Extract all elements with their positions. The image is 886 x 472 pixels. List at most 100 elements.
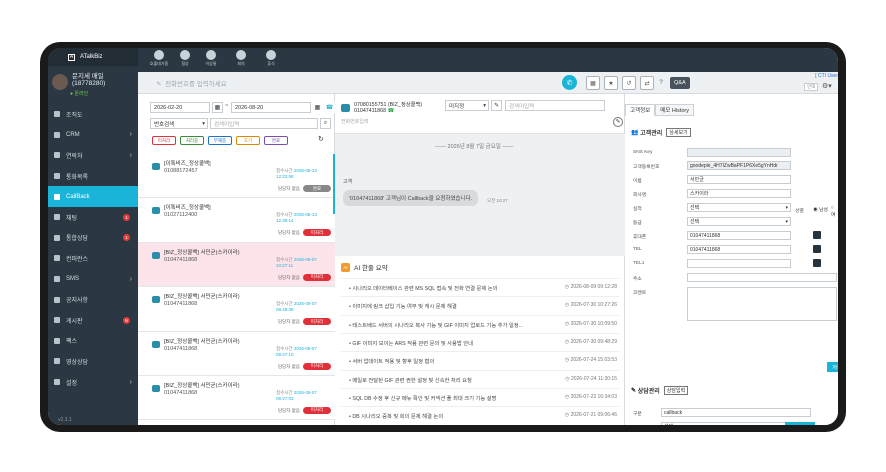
customer-field-input[interactable]: 01047411868 bbox=[687, 231, 791, 240]
summary-row[interactable]: • DB 시나리오 중복 및 회의 문제 해결 논의 ◷ 2026-07-21 0… bbox=[341, 406, 619, 422]
date-to-input[interactable]: 2026-08-20 bbox=[231, 102, 311, 113]
sidebar-item-10[interactable]: 게시판 N bbox=[48, 310, 138, 331]
consult-input-button[interactable]: 상담입력 bbox=[663, 386, 689, 395]
summary-date: ◷ 2026-07-22 16:34:03 bbox=[564, 393, 617, 400]
calendar-icon[interactable]: ▦ bbox=[312, 102, 323, 113]
customer-field-input[interactable]: 선택 ▾ bbox=[687, 217, 791, 226]
notification-badge: N bbox=[123, 316, 130, 324]
list-item[interactable]: [BIZ_정상콜백] 서민균(스카이라) 01047411868 접수시간 2026… bbox=[138, 242, 335, 288]
cti-user-link[interactable]: [ CTI User bbox=[815, 73, 838, 79]
item-title: [BIZ_정상콜백] 서민균(스카이라) bbox=[164, 382, 240, 389]
summary-text: • 서버 업데이트 적용 및 향후 일정 협의 bbox=[349, 359, 435, 366]
gender-radio-male[interactable]: ◉ 남성 bbox=[813, 206, 828, 213]
view-button[interactable]: 인덱 bbox=[804, 83, 819, 91]
people-icon: 👥 bbox=[631, 130, 639, 136]
customer-field-input[interactable]: 선택 ▾ bbox=[687, 203, 791, 212]
toolbar-item-wait[interactable]: 호출대기중 bbox=[148, 50, 170, 67]
refresh-icon[interactable]: ↻ bbox=[318, 135, 324, 143]
customer-field-input[interactable] bbox=[687, 148, 791, 157]
customer-field-input[interactable]: 01047411868 bbox=[687, 245, 791, 254]
list-item[interactable]: [BIZ_정상콜백] 서민균(스카이라) 01047411868 접수시간 2026… bbox=[138, 287, 335, 332]
sidebar-item-7[interactable]: 컨퍼런스 bbox=[48, 248, 138, 269]
agent-select[interactable]: 미지정 ▾ bbox=[445, 100, 489, 111]
list-item[interactable]: [BIZ_정상콜백] 서민균(스카이라) 01047411868 접수시간 2026… bbox=[138, 331, 335, 376]
help-icon[interactable]: ? bbox=[656, 76, 666, 90]
favorite-button[interactable]: ★ bbox=[604, 76, 618, 90]
redial-button[interactable]: ↺ bbox=[622, 76, 636, 90]
customer-field-input[interactable]: goodeple_4H7IZwBaPF1P6Xe5gYnHdr bbox=[687, 161, 791, 170]
phone-call-icon[interactable] bbox=[813, 245, 821, 253]
list-item[interactable]: [이톡비즈_정상콜백] 01088172457 접수시간 2026-08-13 12… bbox=[138, 154, 335, 199]
summary-text: • 이미지에 링크 삽입 기능 여부 및 캐시 문제 해결 bbox=[349, 304, 457, 311]
sidebar-item-11[interactable]: 팩스 bbox=[48, 331, 138, 352]
item-phone: 01047411868 bbox=[164, 389, 198, 396]
sidebar-item-8[interactable]: SMS › bbox=[48, 269, 138, 290]
gear-icon[interactable]: ⚙▾ bbox=[822, 82, 832, 90]
summary-row[interactable]: • 서버 업데이트 적용 및 향후 일정 협의 ◷ 2026-07-24 15:0… bbox=[341, 351, 619, 367]
user-profile[interactable]: 문지세 매일 (18778280) ● 온라인 bbox=[48, 72, 138, 102]
phone-book-icon[interactable]: ☎ bbox=[324, 102, 335, 113]
sidebar-item-label: 조직도 bbox=[66, 112, 83, 119]
customer-field-label: 이름 bbox=[633, 179, 642, 184]
filter-button-2[interactable]: 부재중 bbox=[208, 136, 232, 145]
sidebar-item-2[interactable]: 연락처 › bbox=[48, 145, 138, 166]
call-number-input[interactable]: ✎ 전화번호를 입력하세요 bbox=[156, 78, 227, 88]
memo-input[interactable]: 전화번호입력 bbox=[341, 118, 369, 125]
toolbar-item-meeting[interactable]: 회의 bbox=[230, 50, 252, 67]
search-type-select[interactable]: 번호검색 ▾ bbox=[150, 118, 208, 129]
sidebar-item-13[interactable]: 설정 › bbox=[48, 372, 138, 393]
toolbar-item-rest[interactable]: 휴식 bbox=[260, 50, 282, 67]
pen-icon[interactable]: ✎ bbox=[613, 117, 623, 127]
sidebar-item-4[interactable]: CallBack bbox=[48, 186, 138, 207]
phone-call-icon[interactable] bbox=[813, 231, 821, 239]
customer-field-input[interactable]: 스카이라 bbox=[687, 189, 791, 198]
filter-button-0[interactable]: 미처리 bbox=[152, 136, 176, 145]
tab-memo-history[interactable]: 메모 History bbox=[655, 104, 695, 116]
summary-row[interactable]: • 메일로 전달된 GIF 관련 권한 설정 및 신속한 처리 요청 ◷ 2026… bbox=[341, 369, 619, 386]
filter-button-1[interactable]: 처리중 bbox=[180, 136, 204, 145]
toolbar-item-negotiate[interactable]: 협상 bbox=[174, 50, 196, 67]
transfer-button[interactable]: ⇄ bbox=[640, 76, 654, 90]
list-item[interactable]: [이톡비즈_정상콜백] 01027112400 접수시간 2026-08-13 12… bbox=[138, 198, 335, 243]
phone-call-icon[interactable] bbox=[813, 259, 821, 267]
consult-field-input[interactable]: callback bbox=[661, 408, 811, 417]
sidebar-item-5[interactable]: 채팅 1 bbox=[48, 207, 138, 228]
customer-field-input[interactable] bbox=[687, 259, 791, 268]
summary-row[interactable]: • 이미지에 링크 삽입 기능 여부 및 캐시 문제 해결 ◷ 2026-07-3… bbox=[341, 296, 619, 312]
edit-icon[interactable]: ✎ bbox=[491, 100, 502, 111]
customer-field-input[interactable] bbox=[687, 287, 837, 321]
date-from-input[interactable]: 2026-02-20 bbox=[150, 102, 210, 113]
calendar-icon[interactable]: ▦ bbox=[212, 102, 223, 113]
summary-row[interactable]: • 테스트베드 서버의 시나리오 복사 기능 및 GIF 이미지 업로드 기능 … bbox=[341, 314, 619, 331]
tab-customer-info[interactable]: 고객정보 bbox=[625, 104, 656, 116]
sidebar-item-0[interactable]: 조직도 bbox=[48, 104, 138, 125]
toolbar-item-unusual[interactable]: 이상통 bbox=[200, 50, 222, 67]
detail-button[interactable]: 상세보기 bbox=[666, 128, 691, 137]
chat-panel: 07080155751 (BIZ_정상콜백) 01047411868 ☎ 미지정… bbox=[335, 94, 625, 425]
summary-row[interactable]: • SQL DB 수정 후 신규 메뉴 확인 및 커넥션 풀 최대 크기 기능 … bbox=[341, 387, 619, 404]
sidebar-item-6[interactable]: 통합상담 1 bbox=[48, 228, 138, 249]
customer-field-input[interactable] bbox=[687, 273, 837, 282]
sidebar-item-9[interactable]: 공지사항 bbox=[48, 289, 138, 310]
filter-button-3[interactable]: 호기 bbox=[236, 136, 260, 145]
summary-text: • SQL DB 수정 후 신규 메뉴 확인 및 커넥션 풀 최대 크기 기능 … bbox=[349, 395, 497, 402]
sidebar-item-1[interactable]: CRM › bbox=[48, 125, 138, 146]
app-logo[interactable]: A ATalkBiz bbox=[48, 48, 138, 66]
chat-search-input[interactable]: 검색어입력 bbox=[505, 100, 605, 111]
list-search-input[interactable]: 검색어입력 bbox=[210, 118, 318, 129]
gender-radio-female[interactable]: ○ 여 bbox=[831, 206, 838, 218]
dialpad-button[interactable]: ▦ bbox=[586, 76, 600, 90]
call-button[interactable]: ✆ bbox=[562, 75, 577, 90]
sidebar-item-12[interactable]: 영상상담 bbox=[48, 351, 138, 372]
sidebar-item-3[interactable]: 통화목록 bbox=[48, 166, 138, 187]
list-item[interactable]: [BIZ_정상콜백] 서민균(스카이라) 01047411868 접수시간 2026… bbox=[138, 375, 335, 421]
customer-field-input[interactable]: 서민균 bbox=[687, 175, 791, 184]
qna-button[interactable]: Q&A bbox=[670, 77, 690, 89]
item-time: 접수시간 2026-08-07 09:27:03 bbox=[276, 389, 317, 401]
filter-button-4[interactable]: 완료 bbox=[264, 136, 288, 145]
summary-row[interactable]: • 시나리오 데이터베이스 관련 MS SQL 접속 및 전화 연결 문제 논의… bbox=[341, 278, 619, 294]
search-icon[interactable]: ⌕ bbox=[320, 118, 331, 129]
save-button[interactable]: 저장 bbox=[827, 362, 838, 372]
sidebar-item-label: CallBack bbox=[66, 193, 90, 200]
summary-row[interactable]: • GIF 이미지 보이는 ARS 적용 관련 문의 및 사용법 안내 ◷ 202… bbox=[341, 332, 619, 349]
